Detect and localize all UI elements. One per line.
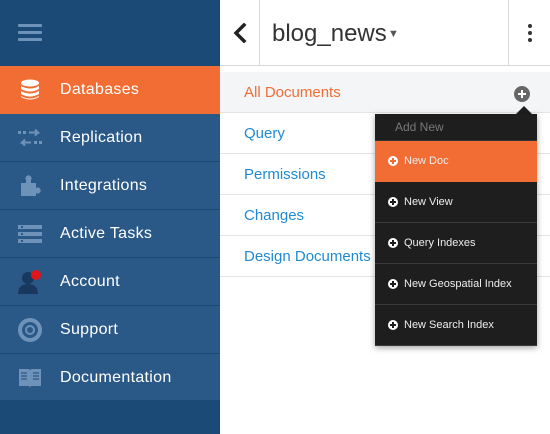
plus-circle-icon <box>388 156 398 166</box>
add-new-dropdown: Add New New Doc New View Query Indexes N… <box>375 114 537 346</box>
plus-circle-icon <box>388 238 398 248</box>
sidebar-item-support[interactable]: Support <box>0 306 220 354</box>
sidebar-item-label: Account <box>60 272 120 290</box>
doc-nav-all-documents[interactable]: All Documents <box>220 72 550 113</box>
user-icon <box>0 258 60 306</box>
back-button[interactable] <box>220 0 260 66</box>
sidebar-item-label: Documentation <box>60 368 172 386</box>
book-icon <box>0 354 60 402</box>
tasks-icon <box>0 210 60 258</box>
sidebar: Databases Replication Integrations Activ… <box>0 0 220 434</box>
chevron-left-icon <box>233 23 246 43</box>
caret-down-icon[interactable]: ▼ <box>388 28 399 40</box>
sidebar-item-databases[interactable]: Databases <box>0 66 220 114</box>
sidebar-item-account[interactable]: Account <box>0 258 220 306</box>
menu-item-new-view[interactable]: New View <box>375 182 537 223</box>
sidebar-item-label: Databases <box>60 80 140 98</box>
sidebar-item-label: Support <box>60 320 119 338</box>
dropdown-header: Add New <box>375 114 537 141</box>
header-bar: blog_news ▼ <box>220 0 550 66</box>
menu-item-label: Query Indexes <box>404 237 476 249</box>
menu-item-new-doc[interactable]: New Doc <box>375 141 537 182</box>
sidebar-item-label: Integrations <box>60 176 148 194</box>
more-options-icon[interactable] <box>508 0 550 66</box>
sidebar-item-active-tasks[interactable]: Active Tasks <box>0 210 220 258</box>
hamburger-menu-icon[interactable] <box>18 24 42 42</box>
plus-circle-icon <box>388 197 398 207</box>
menu-item-new-geospatial-index[interactable]: New Geospatial Index <box>375 264 537 305</box>
plus-circle-icon <box>388 279 398 289</box>
menu-item-label: New View <box>404 196 453 208</box>
lifebuoy-icon <box>0 306 60 354</box>
sidebar-item-replication[interactable]: Replication <box>0 114 220 162</box>
dropdown-arrow <box>516 106 532 114</box>
menu-item-label: New Doc <box>404 155 449 167</box>
sidebar-item-integrations[interactable]: Integrations <box>0 162 220 210</box>
menu-item-new-search-index[interactable]: New Search Index <box>375 305 537 346</box>
sidebar-header <box>0 0 220 66</box>
database-icon <box>0 66 60 114</box>
puzzle-icon <box>0 162 60 210</box>
menu-item-query-indexes[interactable]: Query Indexes <box>375 223 537 264</box>
sidebar-item-label: Replication <box>60 128 143 146</box>
sidebar-footer <box>0 400 220 434</box>
sidebar-item-label: Active Tasks <box>60 224 153 242</box>
add-new-icon[interactable] <box>514 86 530 102</box>
replication-icon <box>0 114 60 162</box>
plus-circle-icon <box>388 320 398 330</box>
menu-item-label: New Geospatial Index <box>404 278 512 290</box>
menu-item-label: New Search Index <box>404 319 494 331</box>
database-title[interactable]: blog_news <box>272 20 387 48</box>
sidebar-item-documentation[interactable]: Documentation <box>0 354 220 402</box>
